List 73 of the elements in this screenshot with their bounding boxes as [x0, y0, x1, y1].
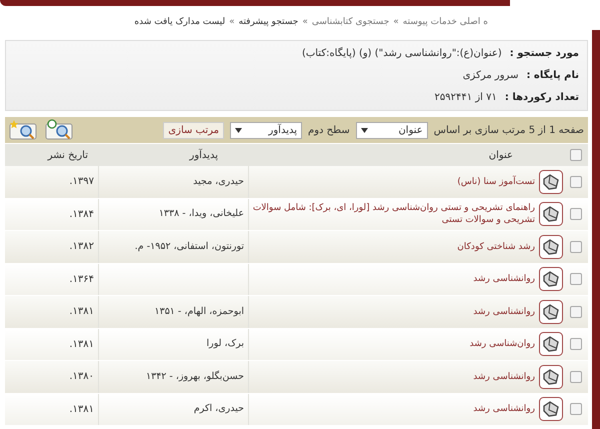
book-icon[interactable] [539, 267, 563, 292]
publish-date: ۱۳۶۴. [69, 272, 94, 287]
result-row[interactable]: روانشناسی رشد حسن‌بگلو، بهروز، - ۱۳۴۲ ۱۳۸۰. [5, 361, 588, 394]
book-icon[interactable] [539, 300, 563, 324]
breadcrumb-link[interactable]: لیست مدارک یافت شده [134, 16, 226, 30]
breadcrumb-link[interactable]: جستجوی کتابشناسی [312, 16, 390, 30]
breadcrumb-separator: » [229, 16, 235, 29]
checkbox[interactable] [570, 306, 582, 318]
book-icon[interactable] [539, 234, 563, 259]
book-icon[interactable] [539, 170, 563, 194]
author-text: حسن‌بگلو، بهروز، - ۱۳۴۲ [146, 370, 244, 384]
column-header: عنوان [488, 150, 513, 160]
checkbox[interactable] [570, 208, 582, 220]
info-label: تعداد رکوردها : [504, 91, 579, 105]
result-row[interactable]: روانشناسی رشد ابوحمزه، الهام، - ۱۳۵۱ ۱۳۸۱. [5, 296, 588, 328]
author-text: حیدری، مجید [193, 174, 244, 189]
book-icon[interactable] [539, 202, 563, 226]
checkbox[interactable] [570, 370, 582, 383]
title-link[interactable]: راهنمای تشریحی و تستی روان‌شناسی رشد [لورا، ای، برک]: شامل سوالات تشریحی و سوالات تستی [249, 202, 535, 226]
sort-button[interactable]: مرتب سازی [163, 122, 224, 138]
author-text: ابوحمزه، الهام، - ۱۳۵۱ [154, 304, 244, 319]
publish-date: ۱۳۸۴. [69, 208, 94, 222]
info-label: مورد جستجو : [510, 47, 579, 61]
title-link[interactable]: روان‌شناسی رشد [470, 338, 535, 350]
info-value: سرور مرکزی [462, 69, 518, 83]
book-icon[interactable] [539, 332, 563, 356]
result-row[interactable]: روان‌شناسی رشد برک، لورا ۱۳۸۱. [5, 328, 588, 361]
result-row[interactable]: رشد شناختی کودکان تورنتون، استفانی، ۱۹۵۲- م. ۱۳۸۲. [5, 231, 588, 264]
checkbox[interactable] [570, 149, 582, 161]
result-row[interactable]: روانشناسی رشد ۱۳۶۴. [5, 264, 588, 296]
result-row[interactable]: تست‌آموز سنا (ناس) حیدری، مجید ۱۳۹۷. [5, 166, 588, 198]
publish-date: ۱۳۸۰. [69, 370, 94, 384]
new-search-icon[interactable] [9, 119, 39, 141]
publish-date: ۱۳۸۲. [69, 240, 94, 254]
info-value: (عنوان(ع):"روانشناسی رشد") (و) (پایگاه:کتاب) [302, 46, 502, 61]
book-icon[interactable] [539, 364, 563, 389]
publish-date: ۱۳۸۱. [69, 402, 94, 417]
author-text: حیدری، اکرم [194, 402, 244, 416]
page-info: صفحه 1 از 5 مرتب سازی بر اساس [434, 124, 584, 138]
title-link[interactable]: روانشناسی رشد [473, 403, 535, 416]
result-row[interactable]: راهنمای تشریحی و تستی روان‌شناسی رشد [لورا، ای، برک]: شامل سوالات تشریحی و سوالات تستی علیخانی، ویدا، - ۱۳۳۸ ۱۳۸۴. [5, 198, 588, 231]
publish-date: ۱۳۸۱. [69, 338, 94, 352]
breadcrumb-separator: » [302, 16, 308, 29]
book-icon[interactable] [539, 397, 563, 422]
checkbox[interactable] [570, 240, 582, 253]
column-header: پدیدآور [189, 150, 218, 160]
breadcrumb-separator: » [393, 16, 399, 29]
publish-date: ۱۳۸۱. [69, 305, 94, 320]
second-level-label: سطح دوم [308, 124, 350, 138]
checkbox[interactable] [570, 273, 582, 286]
title-link[interactable]: رشد شناختی کودکان [457, 240, 535, 253]
checkbox[interactable] [570, 403, 582, 416]
title-link[interactable]: روانشناسی رشد [473, 306, 535, 318]
dropdown-arrow-icon [235, 128, 242, 132]
title-link[interactable]: تست‌آموز سنا (ناس) [457, 176, 535, 188]
checkbox[interactable] [570, 176, 582, 188]
column-header: تاریخ نشر [48, 150, 88, 160]
dropdown-arrow-icon [360, 128, 368, 132]
author-text: تورنتون، استفانی، ۱۹۵۲- م. [134, 240, 244, 254]
title-link[interactable]: روانشناسی رشد [473, 370, 535, 383]
breadcrumb-link[interactable]: جستجو پیشرفته [238, 16, 298, 30]
breadcrumb-link[interactable]: ه اصلی خدمات پیوسته [402, 16, 488, 30]
checkbox[interactable] [570, 338, 582, 350]
author-text: برک، لورا [206, 337, 244, 352]
result-row[interactable]: روانشناسی رشد حیدری، اکرم ۱۳۸۱. [5, 394, 588, 426]
info-value: ۷۱ از ۲۵۹۲۴۴۱ [434, 91, 497, 105]
sort-select[interactable]: عنوان [356, 122, 428, 138]
author-text: علیخانی، ویدا، - ۱۳۳۸ [158, 207, 244, 222]
sort-select[interactable]: پدیدآور [230, 122, 302, 138]
publish-date: ۱۳۹۷. [69, 175, 94, 190]
search-history-icon[interactable] [45, 119, 75, 141]
title-link[interactable]: روانشناسی رشد [473, 273, 535, 286]
info-label: نام پایگاه : [526, 68, 579, 83]
